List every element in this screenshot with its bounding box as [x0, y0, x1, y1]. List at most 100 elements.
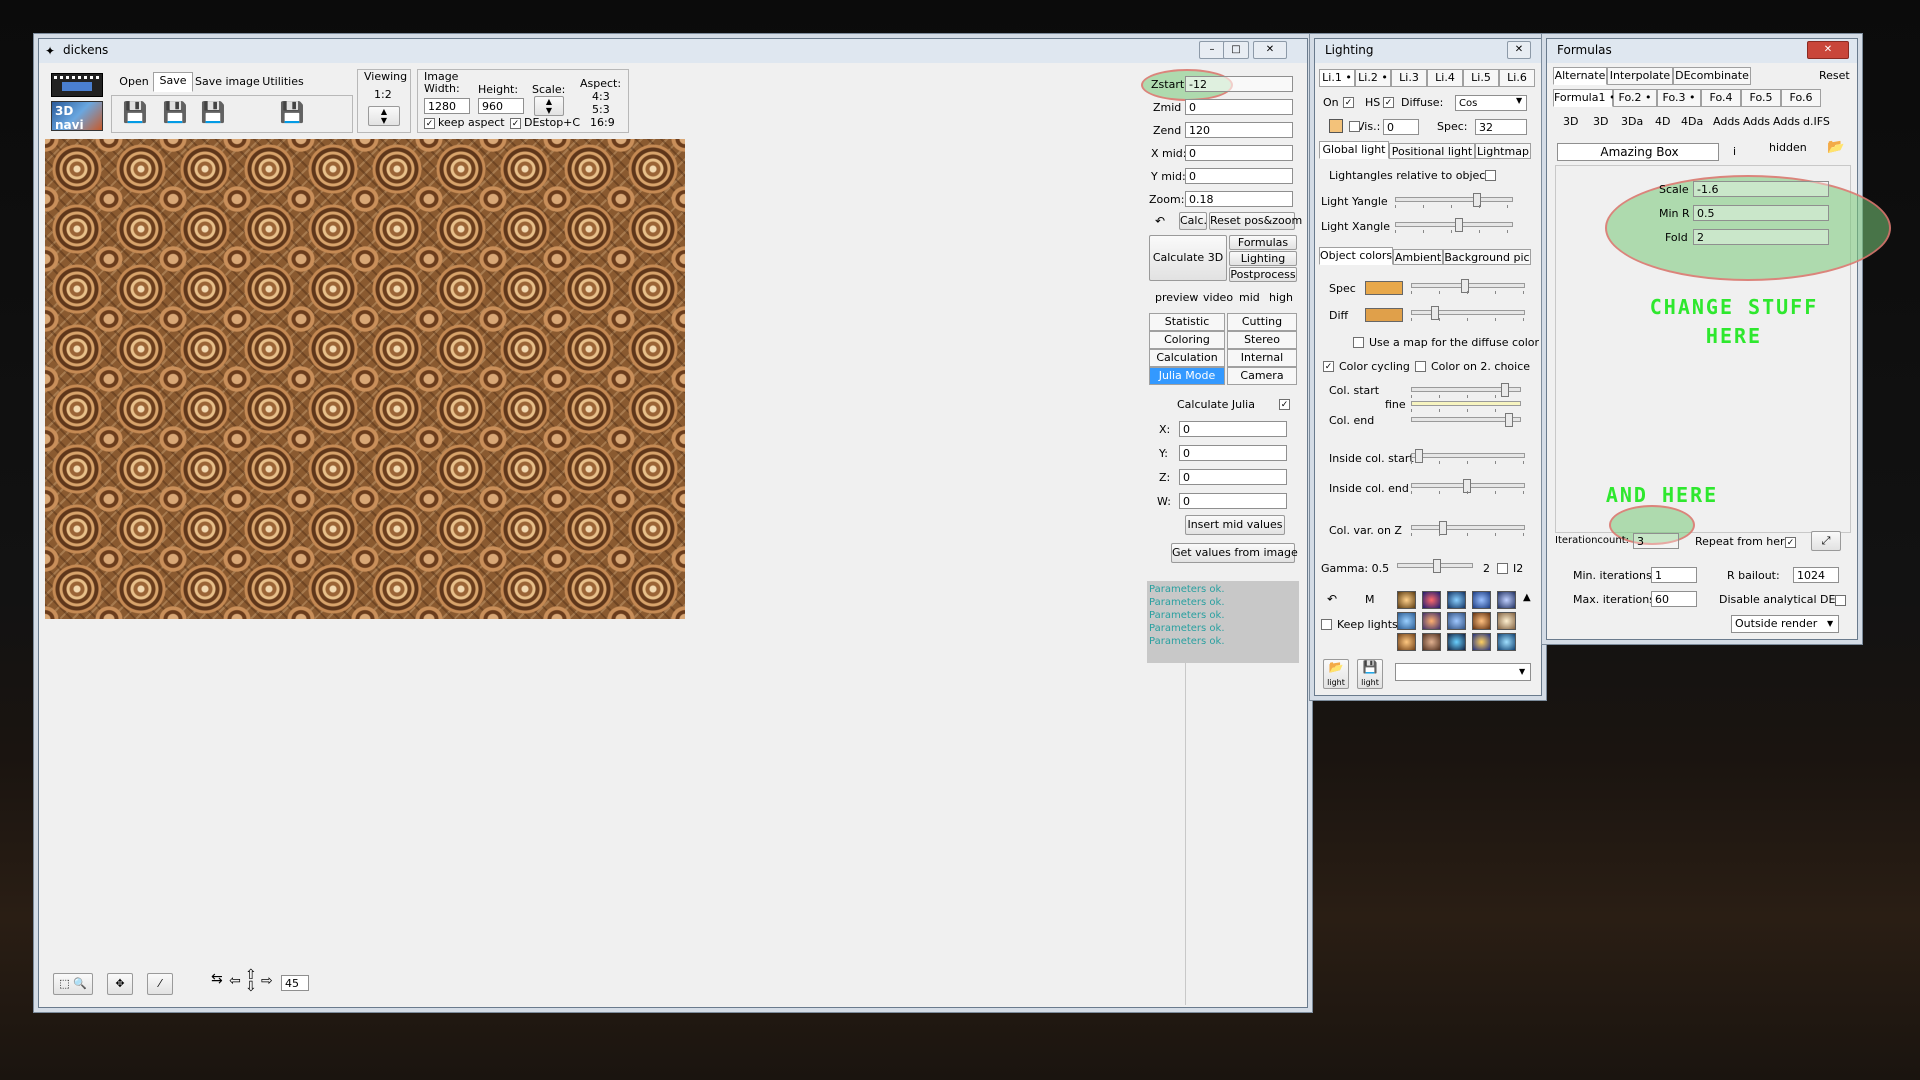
tab-object-colors[interactable]: Object colors	[1319, 247, 1393, 265]
animation-icon[interactable]	[51, 73, 103, 97]
navi-3d-button[interactable]: 3D navi	[51, 101, 103, 132]
col-var-slider[interactable]	[1411, 521, 1525, 536]
tab-cutting[interactable]: Cutting	[1227, 313, 1297, 331]
lighting-close-button[interactable]: ✕	[1507, 41, 1531, 59]
quality-preview[interactable]: preview	[1155, 291, 1198, 304]
gamma-slider[interactable]	[1397, 559, 1473, 573]
tab-alternate[interactable]: Alternate	[1553, 67, 1607, 85]
type-3d[interactable]: 3D	[1563, 115, 1578, 128]
max-iter-input[interactable]: 60	[1651, 591, 1697, 607]
tab-global-light[interactable]: Global light	[1319, 141, 1389, 159]
spec-color-slider[interactable]	[1411, 279, 1525, 294]
formula-info-icon[interactable]: i	[1733, 145, 1736, 158]
quality-video[interactable]: video	[1203, 291, 1233, 304]
formula-name-field[interactable]: Amazing Box	[1557, 143, 1719, 161]
arrow-right-icon[interactable]: ⇨	[261, 973, 273, 989]
menu-save[interactable]: Save	[153, 72, 193, 92]
tab-julia-mode[interactable]: Julia Mode	[1149, 367, 1225, 385]
julia-w-input[interactable]: 0	[1179, 493, 1287, 509]
disable-de-checkbox[interactable]	[1835, 595, 1846, 606]
xmid-input[interactable]: 0	[1185, 145, 1293, 161]
arrow-left-icon[interactable]: ⇦	[229, 973, 241, 989]
col-end-slider[interactable]	[1411, 413, 1521, 427]
light-preset-thumbnail[interactable]	[1497, 633, 1516, 651]
color-on-2-checkbox[interactable]	[1415, 361, 1426, 372]
formulas-titlebar[interactable]: Formulas ✕	[1547, 39, 1857, 63]
tab-background-pic[interactable]: Background pic	[1443, 249, 1531, 265]
type-4d[interactable]: 4D	[1655, 115, 1670, 128]
light-preset-thumbnail[interactable]	[1422, 633, 1441, 651]
light-preset-thumbnail[interactable]	[1422, 591, 1441, 609]
formulas-button[interactable]: Formulas	[1229, 235, 1297, 250]
calc-button[interactable]: Calc.	[1179, 212, 1207, 230]
type-difs[interactable]: d.IFS	[1803, 115, 1830, 128]
gamma-i2-checkbox[interactable]	[1497, 563, 1508, 574]
light-preset-thumbnail[interactable]	[1497, 612, 1516, 630]
inside-start-slider[interactable]	[1411, 449, 1525, 464]
lighting-button[interactable]: Lighting	[1229, 251, 1297, 266]
hidden-label[interactable]: hidden	[1769, 141, 1807, 154]
spec-color-swatch[interactable]	[1365, 281, 1403, 295]
menu-save-image[interactable]: Save image	[195, 74, 260, 92]
zoom-input[interactable]: 0.18	[1185, 191, 1293, 207]
tab-formula-2[interactable]: Fo.2 •	[1613, 89, 1657, 107]
tab-camera[interactable]: Camera	[1227, 367, 1297, 385]
julia-x-input[interactable]: 0	[1179, 421, 1287, 437]
postprocess-button[interactable]: Postprocess	[1229, 267, 1297, 282]
height-input[interactable]: 960	[478, 98, 524, 114]
light-color-swatch[interactable]	[1329, 119, 1343, 133]
save-params-icon[interactable]: 💾	[122, 100, 148, 128]
insert-mid-values-button[interactable]: Insert mid values	[1185, 515, 1285, 535]
save-txt-icon[interactable]: 💾	[200, 100, 226, 128]
chevron-down-icon[interactable]: ▼	[1516, 96, 1522, 105]
main-titlebar[interactable]: ✦ dickens – □ ✕	[39, 39, 1307, 63]
julia-z-input[interactable]: 0	[1179, 469, 1287, 485]
light-preset-thumbnail[interactable]	[1472, 591, 1491, 609]
reset-pos-zoom-button[interactable]: Reset pos&zoom	[1209, 212, 1302, 230]
step-input[interactable]: 45	[281, 975, 309, 991]
diff-color-swatch[interactable]	[1365, 308, 1403, 322]
on-checkbox[interactable]: ✓	[1343, 97, 1354, 108]
light-preset-thumbnail[interactable]	[1472, 612, 1491, 630]
tab-interpolate[interactable]: Interpolate	[1607, 67, 1673, 85]
save-as-icon[interactable]: 💾	[162, 100, 188, 128]
undo-icon[interactable]: ↶	[1327, 592, 1337, 606]
julia-y-input[interactable]: 0	[1179, 445, 1287, 461]
scale-spinner[interactable]: ▲ ▼	[534, 96, 564, 116]
minr-input[interactable]: 0.5	[1693, 205, 1829, 221]
light-preset-thumbnail[interactable]	[1447, 633, 1466, 651]
menu-utilities[interactable]: Utilities	[261, 74, 305, 92]
diff-color-slider[interactable]	[1411, 306, 1525, 321]
maximize-button[interactable]: □	[1223, 41, 1249, 59]
tab-formula-1[interactable]: Formula1 •	[1553, 89, 1615, 107]
vis-checkbox[interactable]	[1349, 121, 1360, 132]
vis-select[interactable]: 0	[1383, 119, 1419, 135]
type-adds-1[interactable]: Adds	[1713, 115, 1740, 128]
menu-open[interactable]: Open	[115, 74, 153, 92]
select-zoom-tool[interactable]: ⬚ 🔍	[53, 973, 93, 995]
move-tool[interactable]: ✥	[107, 973, 133, 995]
light-preset-thumbnail[interactable]	[1397, 612, 1416, 630]
tab-calculation[interactable]: Calculation	[1149, 349, 1225, 367]
tab-stereo[interactable]: Stereo	[1227, 331, 1297, 349]
quality-high[interactable]: high	[1269, 291, 1293, 304]
tab-lightmap[interactable]: Lightmap	[1475, 143, 1531, 159]
light-preset-thumbnail[interactable]	[1422, 612, 1441, 630]
iterationcount-input[interactable]: 3	[1633, 533, 1679, 549]
minimize-button[interactable]: –	[1199, 41, 1225, 59]
tab-formula-3[interactable]: Fo.3 •	[1657, 89, 1701, 107]
light-tab-1[interactable]: Li.1 •	[1319, 69, 1355, 87]
light-preset-thumbnail[interactable]	[1447, 612, 1466, 630]
chevron-down-icon[interactable]: ▼	[1827, 619, 1833, 628]
zstart-input[interactable]: -12	[1185, 76, 1293, 92]
tab-internal[interactable]: Internal	[1227, 349, 1297, 367]
close-button[interactable]: ✕	[1253, 41, 1287, 59]
type-adds-2[interactable]: Adds	[1743, 115, 1770, 128]
ymid-input[interactable]: 0	[1185, 168, 1293, 184]
quality-mid[interactable]: mid	[1239, 291, 1260, 304]
light-tab-2[interactable]: Li.2 •	[1355, 69, 1391, 87]
tab-formula-4[interactable]: Fo.4	[1701, 89, 1741, 107]
use-map-checkbox[interactable]	[1353, 337, 1364, 348]
type-3da[interactable]: 3Da	[1621, 115, 1643, 128]
width-input[interactable]: 1280	[424, 98, 470, 114]
